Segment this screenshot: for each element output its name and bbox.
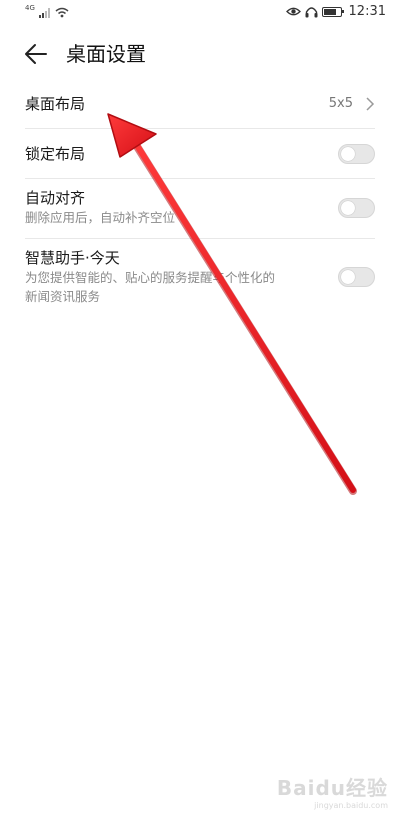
arrow-left-icon[interactable]: [22, 40, 50, 68]
status-bar: 4G 12:31: [0, 0, 400, 26]
status-time: 12:31: [348, 4, 386, 19]
divider: [25, 238, 375, 239]
status-right: 12:31: [285, 4, 386, 19]
setting-description-line: 为您提供智能的、贴心的服务提醒与个性化的: [25, 270, 276, 285]
app-header: 桌面设置: [0, 30, 400, 78]
toggle-knob: [341, 147, 355, 161]
chevron-right-icon: [366, 97, 375, 111]
setting-description-line: 新闻资讯服务: [25, 289, 101, 304]
eye-icon: [285, 7, 301, 16]
setting-description: 删除应用后，自动补齐空位: [25, 210, 176, 225]
watermark-url: jingyan.baidu.com: [314, 801, 388, 810]
setting-label: 桌面布局: [25, 95, 86, 113]
setting-smart-assistant[interactable]: 智慧助手·今天 为您提供智能的、贴心的服务提醒与个性化的 新闻资讯服务: [25, 248, 375, 310]
divider: [25, 178, 375, 179]
divider: [25, 128, 375, 129]
setting-lock-layout[interactable]: 锁定布局: [25, 144, 375, 166]
lock-layout-toggle[interactable]: [338, 144, 375, 164]
wifi-icon: [55, 7, 69, 18]
watermark: Baidu经验 jingyan.baidu.com: [277, 772, 388, 810]
toggle-knob: [341, 270, 355, 284]
toggle-knob: [341, 201, 355, 215]
setting-label: 自动对齐: [25, 189, 86, 207]
setting-label: 智慧助手·今天: [25, 249, 120, 267]
page-title: 桌面设置: [66, 42, 146, 66]
battery-icon: [321, 6, 345, 17]
watermark-logo: Baidu经验: [276, 776, 388, 800]
layout-value: 5x5: [328, 96, 353, 111]
headphone-icon: [305, 6, 318, 17]
smart-assistant-toggle[interactable]: [338, 267, 375, 287]
auto-align-toggle[interactable]: [338, 198, 375, 218]
setting-desktop-layout[interactable]: 桌面布局 5x5: [25, 94, 375, 116]
status-left: 4G: [25, 5, 69, 18]
red-arrow-annotation: [107, 113, 357, 495]
setting-auto-align[interactable]: 自动对齐 删除应用后，自动补齐空位: [25, 188, 375, 230]
signal-icon: [38, 8, 50, 18]
network-type: 4G: [25, 4, 35, 12]
setting-label: 锁定布局: [25, 145, 86, 163]
